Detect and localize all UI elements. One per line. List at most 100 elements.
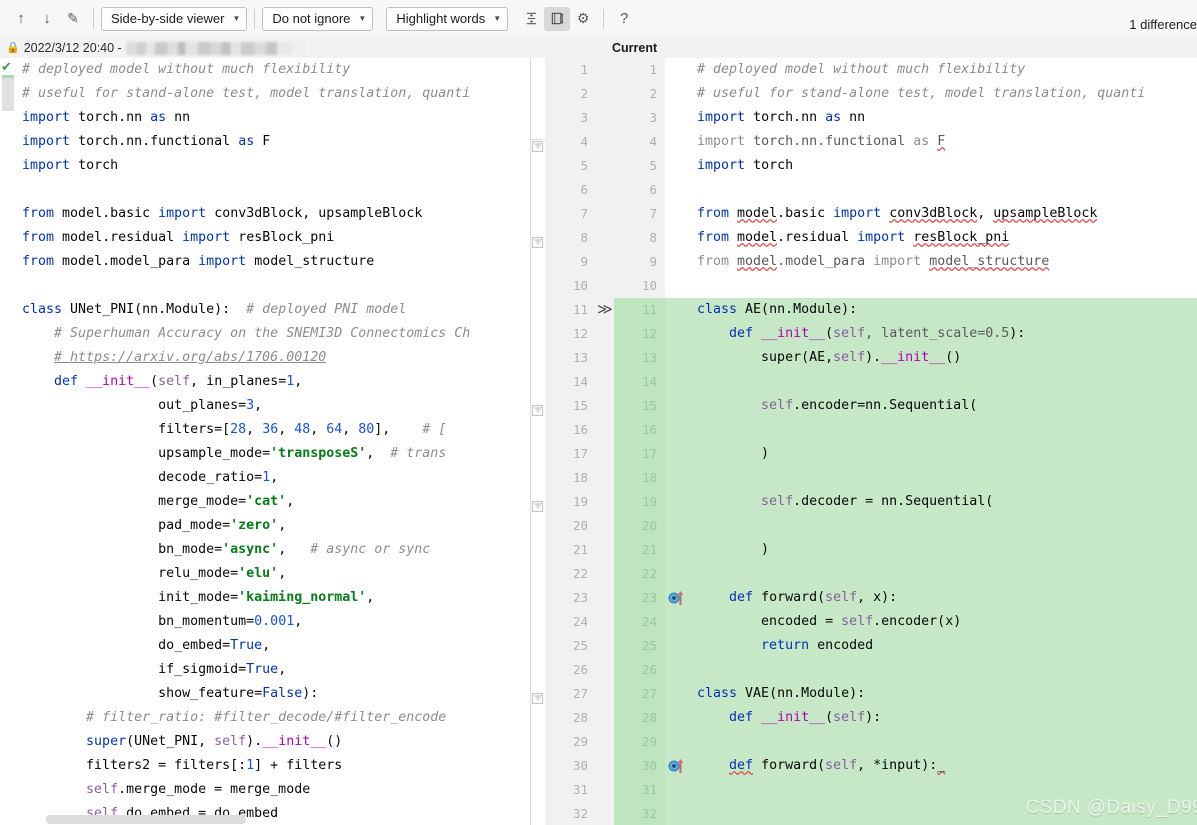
line-number: 12	[572, 326, 588, 341]
code-line[interactable]	[691, 562, 1197, 586]
code-line[interactable]	[691, 514, 1197, 538]
code-line[interactable]	[691, 418, 1197, 442]
line-number: 9	[649, 254, 657, 269]
code-line[interactable]	[691, 178, 1197, 202]
right-code-pane[interactable]: # deployed model without much flexibilit…	[691, 58, 1197, 825]
code-line[interactable]: pad_mode='zero',	[16, 514, 530, 538]
code-line[interactable]	[691, 778, 1197, 802]
code-line[interactable]: from model.model_para import model_struc…	[691, 250, 1197, 274]
code-line[interactable]: import torch.nn as nn	[16, 106, 530, 130]
code-line[interactable]: from model.basic import conv3dBlock, ups…	[691, 202, 1197, 226]
left-fold-margin[interactable]	[530, 58, 545, 825]
code-line[interactable]: # Superhuman Accuracy on the SNEMI3D Con…	[16, 322, 530, 346]
fold-marker[interactable]	[532, 405, 543, 416]
code-line[interactable]: from model.residual import resBlock_pni	[16, 226, 530, 250]
code-line[interactable]: # useful for stand-alone test, model tra…	[16, 82, 530, 106]
ignore-mode-dropdown[interactable]: Do not ignore ▼	[262, 6, 374, 31]
code-line[interactable]: if_sigmoid=True,	[16, 658, 530, 682]
code-line[interactable]: from model.model_para import model_struc…	[16, 250, 530, 274]
left-annotation-strip[interactable]: ✔	[0, 58, 16, 825]
accept-change-chevron-icon[interactable]: ≫	[597, 298, 613, 322]
code-line[interactable]: # deployed model without much flexibilit…	[16, 58, 530, 82]
code-line[interactable]: # https://arxiv.org/abs/1706.00120	[16, 346, 530, 370]
left-horizontal-scrollbar[interactable]	[46, 815, 246, 824]
code-line[interactable]: super(UNet_PNI, self).__init__()	[16, 730, 530, 754]
code-line[interactable]: upsample_mode='transposeS', # trans	[16, 442, 530, 466]
code-line[interactable]: from model.basic import conv3dBlock, ups…	[16, 202, 530, 226]
right-gutter-markers[interactable]	[665, 58, 691, 825]
code-line[interactable]: decode_ratio=1,	[16, 466, 530, 490]
line-number: 11	[614, 298, 665, 322]
code-line[interactable]: class AE(nn.Module):	[691, 298, 1197, 322]
code-line[interactable]	[691, 466, 1197, 490]
code-line[interactable]: class UNet_PNI(nn.Module): # deployed PN…	[16, 298, 530, 322]
code-line[interactable]	[691, 370, 1197, 394]
line-number: 27	[614, 682, 665, 706]
diff-chevron-column[interactable]: ≫	[596, 58, 614, 825]
override-icon[interactable]	[667, 754, 691, 778]
fold-marker[interactable]	[532, 141, 543, 152]
code-line[interactable]: filters2 = filters[:1] + filters	[16, 754, 530, 778]
code-line[interactable]: show_feature=False):	[16, 682, 530, 706]
collapse-unchanged-icon[interactable]	[518, 7, 544, 31]
left-code-content[interactable]: # deployed model without much flexibilit…	[16, 58, 530, 825]
code-line[interactable]: # useful for stand-alone test, model tra…	[691, 82, 1197, 106]
code-line[interactable]: )	[691, 538, 1197, 562]
code-line[interactable]: def forward(self, x):	[691, 586, 1197, 610]
scroll-thumb[interactable]	[2, 75, 14, 111]
code-line[interactable]: def __init__(self, latent_scale=0.5):	[691, 322, 1197, 346]
viewer-mode-dropdown[interactable]: Side-by-side viewer ▼	[101, 6, 248, 31]
code-line[interactable]: return encoded	[691, 634, 1197, 658]
fold-marker[interactable]	[532, 501, 543, 512]
right-code-content[interactable]: # deployed model without much flexibilit…	[691, 58, 1197, 825]
code-line[interactable]: encoded = self.encoder(x)	[691, 610, 1197, 634]
code-line[interactable]: bn_momentum=0.001,	[16, 610, 530, 634]
code-line[interactable]: def __init__(self):	[691, 706, 1197, 730]
code-line[interactable]	[691, 274, 1197, 298]
code-line[interactable]: init_mode='kaiming_normal',	[16, 586, 530, 610]
code-line[interactable]: self.merge_mode = merge_mode	[16, 778, 530, 802]
code-line[interactable]: self.decoder = nn.Sequential(	[691, 490, 1197, 514]
pencil-icon[interactable]: ✎	[60, 7, 86, 31]
code-line[interactable]: class VAE(nn.Module):	[691, 682, 1197, 706]
chevron-down-icon: ▼	[232, 13, 241, 23]
code-line[interactable]	[691, 802, 1197, 825]
help-icon[interactable]: ?	[611, 7, 637, 31]
arrow-down-icon[interactable]: ↓	[34, 7, 60, 31]
code-line[interactable]: import torch.nn.functional as F	[16, 130, 530, 154]
left-code-pane[interactable]: # deployed model without much flexibilit…	[16, 58, 530, 825]
fold-marker[interactable]	[532, 693, 543, 704]
code-line[interactable]	[16, 274, 530, 298]
code-line[interactable]: self.encoder=nn.Sequential(	[691, 394, 1197, 418]
viewer-mode-label: Side-by-side viewer	[111, 11, 225, 26]
code-line[interactable]: super(AE,self).__init__()	[691, 346, 1197, 370]
code-line[interactable]: )	[691, 442, 1197, 466]
code-line[interactable]: def forward(self, *input):_	[691, 754, 1197, 778]
code-line[interactable]: import torch.nn.functional as F	[691, 130, 1197, 154]
code-line[interactable]: # deployed model without much flexibilit…	[691, 58, 1197, 82]
code-line[interactable]: from model.residual import resBlock_pni	[691, 226, 1197, 250]
code-line[interactable]	[691, 658, 1197, 682]
synchronize-scroll-icon[interactable]	[544, 6, 571, 31]
code-line[interactable]: relu_mode='elu',	[16, 562, 530, 586]
line-number: 4	[649, 134, 657, 149]
code-line[interactable]: import torch	[16, 154, 530, 178]
code-line[interactable]: def __init__(self, in_planes=1,	[16, 370, 530, 394]
fold-marker[interactable]	[532, 237, 543, 248]
code-line[interactable]: bn_mode='async', # async or sync	[16, 538, 530, 562]
line-number: 31	[572, 782, 588, 797]
code-line[interactable]: out_planes=3,	[16, 394, 530, 418]
gear-icon[interactable]: ⚙	[570, 7, 596, 31]
code-line[interactable]: import torch	[691, 154, 1197, 178]
code-line[interactable]	[691, 730, 1197, 754]
highlight-mode-dropdown[interactable]: Highlight words ▼	[386, 6, 509, 31]
code-line[interactable]: filters=[28, 36, 48, 64, 80], # [	[16, 418, 530, 442]
code-line[interactable]: merge_mode='cat',	[16, 490, 530, 514]
line-number: 18	[614, 466, 665, 490]
arrow-up-icon[interactable]: ↑	[8, 7, 34, 31]
code-line[interactable]: # filter_ratio: #filter_decode/#filter_e…	[16, 706, 530, 730]
code-line[interactable]: import torch.nn as nn	[691, 106, 1197, 130]
code-line[interactable]: do_embed=True,	[16, 634, 530, 658]
code-line[interactable]	[16, 178, 530, 202]
override-icon[interactable]	[667, 586, 691, 610]
